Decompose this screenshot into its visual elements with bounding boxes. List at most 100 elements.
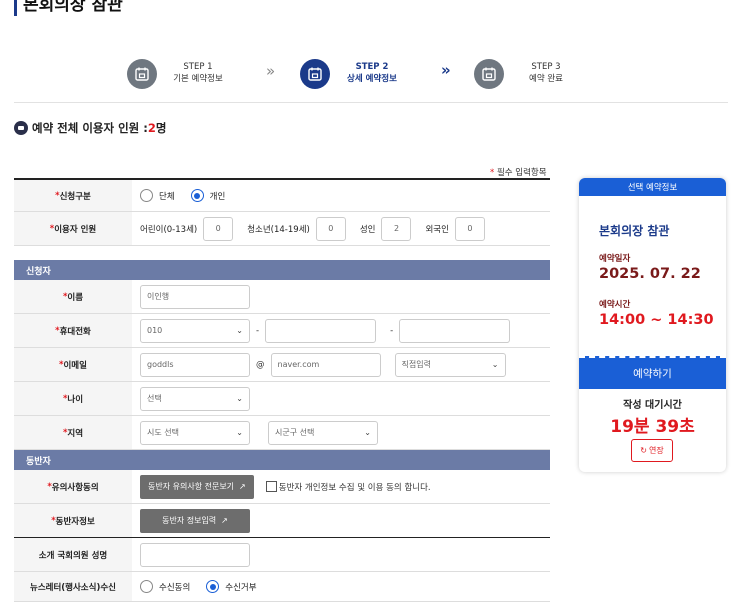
age-label: * 나이 bbox=[14, 382, 132, 415]
apply-type-label: * 신청구분 bbox=[14, 180, 132, 211]
page-title: 본회의장 참관 bbox=[14, 0, 123, 16]
row-intro-member: 소개 국회의원 성명 bbox=[14, 538, 550, 572]
companion-consent-label: 동반자 개인정보 수집 및 이용 동의 합니다. bbox=[278, 482, 431, 493]
required-note-text: 필수 입력항목 bbox=[494, 168, 547, 178]
step-1-label: 기본 예약정보 bbox=[173, 74, 223, 84]
child-count-input[interactable]: 0 bbox=[203, 216, 234, 241]
applicant-section-header: 신청자 bbox=[14, 260, 550, 280]
step3-calendar-icon bbox=[474, 59, 504, 89]
intro-member-input[interactable] bbox=[140, 542, 250, 567]
row-apply-type: * 신청구분 단체 개인 bbox=[14, 180, 550, 212]
child-count-label: 어린이(0-13세) bbox=[140, 224, 198, 235]
teen-count-label: 청소년(14-19세) bbox=[247, 224, 310, 235]
row-region: * 지역 시도 선택 ⌄ 시군구 선택 ⌄ bbox=[14, 416, 550, 450]
wait-timer: 19분 39초 bbox=[610, 417, 695, 437]
companion-consent-checkbox[interactable] bbox=[265, 481, 277, 492]
row-companion-info: * 동반자정보 동반자 정보입력 ↗ bbox=[14, 504, 550, 538]
summary-time: 14:00 ~ 14:30 bbox=[599, 312, 714, 328]
companion-info-button-label: 동반자 정보입력 bbox=[162, 516, 217, 525]
newsletter-agree-label: 수신동의 bbox=[159, 582, 191, 593]
step1-calendar-icon bbox=[127, 59, 157, 89]
row-users: * 이용자 인원 어린이(0-13세) 0 청소년(14-19세) 0 성인 2… bbox=[14, 212, 550, 246]
email-domain-select-value: 직접입력 bbox=[401, 360, 431, 369]
newsletter-reject-label: 수신거부 bbox=[225, 582, 257, 593]
sigungu-select[interactable]: 시군구 선택 ⌄ bbox=[268, 420, 378, 445]
foreigner-count-label: 외국인 bbox=[425, 224, 449, 235]
phone-dash: - bbox=[390, 325, 394, 336]
required-note: * 필수 입력항목 bbox=[490, 166, 547, 178]
phone-prefix-select[interactable]: 010 ⌄ bbox=[140, 318, 250, 343]
name-label: * 이름 bbox=[14, 280, 132, 313]
sigungu-select-value: 시군구 선택 bbox=[275, 428, 315, 437]
newsletter-label: 뉴스레터(행사소식)수신 bbox=[14, 572, 132, 601]
step-3: STEP 3 예약 완료 bbox=[514, 61, 578, 85]
region-label: * 지역 bbox=[14, 416, 132, 449]
step-2-num: STEP 2 bbox=[355, 62, 389, 72]
companion-info-button[interactable]: 동반자 정보입력 ↗ bbox=[140, 508, 250, 533]
extend-button-label: 연장 bbox=[648, 446, 664, 455]
intro-member-label: 소개 국회의원 성명 bbox=[14, 538, 132, 571]
radio-group-label: 단체 bbox=[159, 191, 175, 202]
age-select-value: 선택 bbox=[147, 394, 162, 403]
notice-label: * 유의사항동의 bbox=[14, 470, 132, 503]
step-arrow-active-icon: » bbox=[441, 61, 451, 79]
wait-time-label: 작성 대기시간 bbox=[623, 400, 682, 411]
age-select[interactable]: 선택 ⌄ bbox=[140, 386, 250, 411]
radio-newsletter-reject[interactable] bbox=[206, 580, 220, 593]
companion-notice-button[interactable]: 동반자 유의사항 전문보기 ↗ bbox=[140, 474, 254, 499]
phone-label-text: 휴대전화 bbox=[59, 326, 91, 337]
total-users-label: 예약 전체 이용자 인원 : bbox=[32, 121, 148, 135]
step-1: STEP 1 기본 예약정보 bbox=[166, 61, 230, 85]
companion-section-header: 동반자 bbox=[14, 450, 550, 470]
summary-header: 선택 예약정보 bbox=[579, 178, 726, 196]
extend-button[interactable]: ↻ 연장 bbox=[631, 439, 673, 462]
name-label-text: 이름 bbox=[67, 292, 84, 303]
step-3-label: 예약 완료 bbox=[529, 74, 563, 84]
refresh-icon: ↻ bbox=[640, 446, 647, 455]
adult-count-input[interactable]: 2 bbox=[381, 216, 412, 241]
total-users-count: 예약 전체 이용자 인원 : 2명 bbox=[14, 120, 166, 136]
name-input[interactable]: 이인행 bbox=[140, 284, 250, 309]
email-at: @ bbox=[256, 359, 265, 370]
age-label-text: 나이 bbox=[67, 394, 84, 405]
email-label-text: 이메일 bbox=[63, 360, 87, 371]
summary-date: 2025. 07. 22 bbox=[599, 266, 701, 282]
summary-date-label: 예약일자 bbox=[599, 254, 631, 264]
radio-group-type[interactable] bbox=[140, 189, 153, 202]
phone-last-input[interactable] bbox=[399, 318, 511, 343]
email-id-input[interactable]: goddls bbox=[140, 352, 250, 377]
notice-label-text: 유의사항동의 bbox=[51, 482, 99, 493]
foreigner-count-input[interactable]: 0 bbox=[454, 216, 485, 241]
phone-label: * 휴대전화 bbox=[14, 314, 132, 347]
chevron-down-icon: ⌄ bbox=[364, 428, 371, 437]
email-domain-input[interactable]: naver.com bbox=[270, 352, 381, 377]
step-2-label: 상세 예약정보 bbox=[347, 74, 397, 84]
step-arrow-icon: » bbox=[266, 62, 276, 80]
step-1-num: STEP 1 bbox=[183, 62, 213, 72]
phone-middle-input[interactable] bbox=[265, 318, 377, 343]
radio-individual-type[interactable] bbox=[190, 189, 204, 202]
teen-count-input[interactable]: 0 bbox=[315, 216, 346, 241]
external-link-icon: ↗ bbox=[239, 482, 246, 491]
chevron-down-icon: ⌄ bbox=[236, 428, 243, 437]
phone-dash: - bbox=[256, 325, 260, 336]
phone-prefix-value: 010 bbox=[147, 326, 163, 335]
reservation-summary-panel: 선택 예약정보 본회의장 참관 예약일자 2025. 07. 22 예약시간 1… bbox=[579, 178, 726, 472]
chevron-down-icon: ⌄ bbox=[491, 360, 499, 369]
users-label: * 이용자 인원 bbox=[14, 212, 132, 245]
row-phone: * 휴대전화 010 ⌄ - - bbox=[14, 314, 550, 348]
row-age: * 나이 선택 ⌄ bbox=[14, 382, 550, 416]
radio-individual-label: 개인 bbox=[209, 191, 226, 202]
email-label: * 이메일 bbox=[14, 348, 132, 381]
radio-newsletter-agree[interactable] bbox=[140, 580, 153, 593]
external-link-icon: ↗ bbox=[221, 516, 228, 525]
total-users-number: 2 bbox=[147, 121, 156, 135]
row-newsletter: 뉴스레터(행사소식)수신 수신동의 수신거부 bbox=[14, 572, 550, 602]
total-users-unit: 명 bbox=[155, 121, 167, 135]
step-3-num: STEP 3 bbox=[531, 62, 561, 72]
sido-select[interactable]: 시도 선택 ⌄ bbox=[140, 420, 250, 445]
email-domain-select[interactable]: 직접입력 ⌄ bbox=[394, 352, 506, 377]
reserve-button[interactable]: 예약하기 bbox=[579, 356, 726, 389]
divider bbox=[14, 102, 728, 103]
companion-info-label-text: 동반자정보 bbox=[55, 516, 95, 527]
